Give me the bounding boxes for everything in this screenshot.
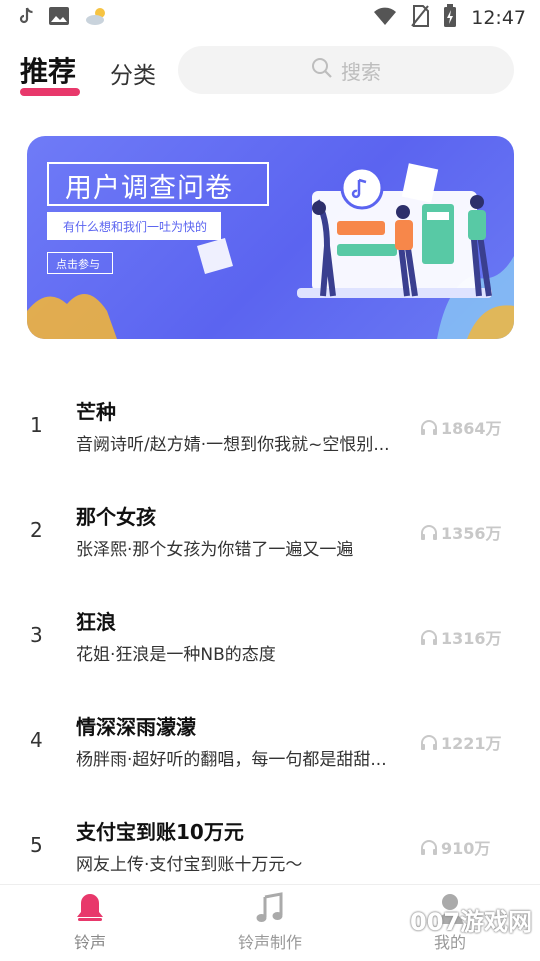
nav-ringtone-maker[interactable]: 铃声制作 xyxy=(210,885,330,961)
song-description: 网友上传·支付宝到账十万元～ xyxy=(76,855,303,875)
nav-ringtone-label: 铃声 xyxy=(73,933,106,952)
battery-charging-icon xyxy=(443,3,457,33)
tiktok-icon xyxy=(18,7,34,30)
list-item[interactable]: 5 支付宝到账10万元 网友上传·支付宝到账十万元～ 910万 xyxy=(0,780,540,885)
play-count: 1316万 xyxy=(420,625,502,649)
play-count-value: 910万 xyxy=(441,839,491,858)
list-item[interactable]: 2 那个女孩 张泽熙·那个女孩为你错了一遍又一遍 1356万 xyxy=(0,465,540,570)
song-description: 花姐·狂浪是一种NB的态度 xyxy=(76,645,276,665)
watermark: 007游戏网 xyxy=(410,908,533,936)
status-time: 12:47 xyxy=(471,7,526,29)
headphones-icon xyxy=(421,735,437,750)
search-placeholder: 搜索 xyxy=(341,59,381,84)
headphones-icon xyxy=(421,630,437,645)
headphones-icon xyxy=(421,420,437,435)
rank-number: 3 xyxy=(30,623,43,647)
song-title: 狂浪 xyxy=(76,610,116,634)
banner-title: 用户调查问卷 xyxy=(65,173,233,204)
search-icon xyxy=(311,57,333,84)
play-count: 910万 xyxy=(420,835,490,859)
rank-number: 4 xyxy=(30,728,43,752)
banner-subtitle: 有什么想和我们一吐为快的 xyxy=(47,212,221,240)
song-description: 杨胖雨·超好听的翻唱，每一句都是甜甜... xyxy=(76,750,387,770)
headphones-icon xyxy=(421,840,437,855)
song-title: 芒种 xyxy=(76,400,116,424)
play-count-value: 1316万 xyxy=(441,629,502,648)
play-count: 1356万 xyxy=(420,520,502,544)
tab-category[interactable]: 分类 xyxy=(110,56,156,90)
list-item[interactable]: 4 情深深雨濛濛 杨胖雨·超好听的翻唱，每一句都是甜甜... 1221万 xyxy=(0,675,540,780)
song-title: 情深深雨濛濛 xyxy=(76,715,196,739)
search-input[interactable]: 搜索 xyxy=(178,46,514,94)
bell-icon xyxy=(77,894,103,921)
weather-icon xyxy=(84,5,110,32)
nav-ringtone[interactable]: 铃声 xyxy=(30,885,150,961)
rank-number: 1 xyxy=(30,413,43,437)
survey-banner[interactable]: 用户调查问卷 有什么想和我们一吐为快的 点击参与 xyxy=(27,136,514,339)
list-item[interactable]: 3 狂浪 花姐·狂浪是一种NB的态度 1316万 xyxy=(0,570,540,675)
play-count-value: 1864万 xyxy=(441,419,502,438)
status-bar: 12:47 xyxy=(0,0,540,36)
wifi-icon xyxy=(373,6,397,31)
nav-ringtone-maker-label: 铃声制作 xyxy=(237,933,302,952)
banner-join-button[interactable]: 点击参与 xyxy=(47,252,113,274)
song-description: 音阙诗听/赵方婧·一想到你我就~空恨别... xyxy=(76,435,390,455)
no-sim-icon xyxy=(411,4,430,32)
play-count: 1221万 xyxy=(420,730,502,754)
play-count-value: 1356万 xyxy=(441,524,502,543)
music-note-icon xyxy=(256,892,283,922)
tab-active-indicator xyxy=(20,88,80,96)
play-count-value: 1221万 xyxy=(441,734,502,753)
list-item[interactable]: 1 芒种 音阙诗听/赵方婧·一想到你我就~空恨别... 1864万 xyxy=(0,360,540,465)
song-title: 支付宝到账10万元 xyxy=(76,820,244,844)
song-title: 那个女孩 xyxy=(76,505,156,529)
rank-number: 2 xyxy=(30,518,43,542)
tab-recommend[interactable]: 推荐 xyxy=(20,50,76,90)
top-bar: 推荐 分类 搜索 xyxy=(0,42,540,102)
ringtone-list: 1 芒种 音阙诗听/赵方婧·一想到你我就~空恨别... 1864万 2 那个女孩… xyxy=(0,360,540,885)
gallery-icon xyxy=(48,6,70,31)
play-count: 1864万 xyxy=(420,415,502,439)
headphones-icon xyxy=(421,525,437,540)
rank-number: 5 xyxy=(30,833,43,857)
song-description: 张泽熙·那个女孩为你错了一遍又一遍 xyxy=(76,540,354,560)
